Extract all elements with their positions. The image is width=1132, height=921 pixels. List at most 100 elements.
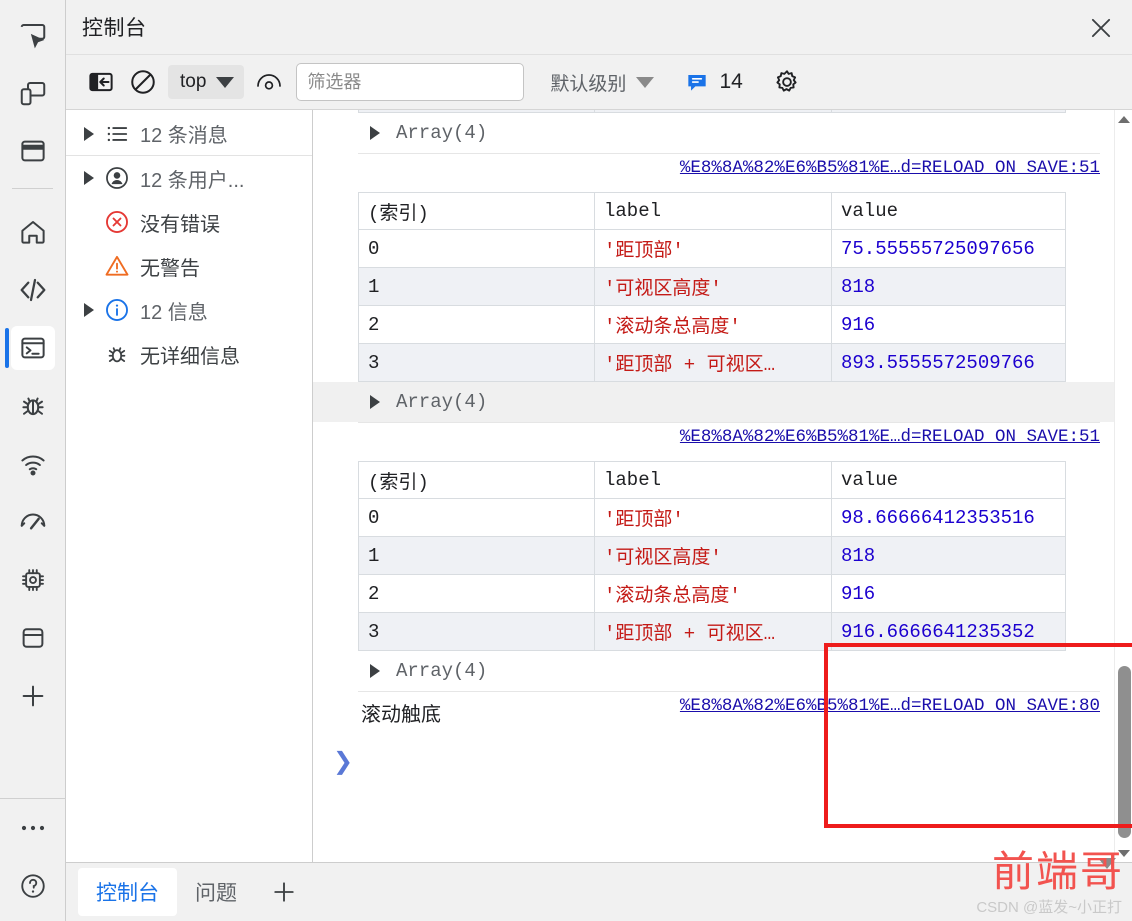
sidebar-item-application[interactable] — [0, 609, 66, 667]
sidebar-item-more-tools[interactable] — [0, 667, 66, 725]
sidebar-item-user-messages[interactable]: 12 条用户... — [66, 156, 312, 200]
table-header-value: value — [831, 461, 1066, 499]
search-input[interactable] — [296, 63, 525, 101]
array-expandable-row[interactable]: Array(4) — [313, 382, 1114, 422]
table-row: 3 '距顶部 + 可视区… 916.6666641235352 — [358, 612, 1066, 651]
sidebar-item-elements[interactable] — [0, 261, 66, 319]
browser-window-icon-button[interactable] — [0, 122, 66, 180]
sidebar-item-home[interactable] — [0, 203, 66, 261]
table-row: 0 '距顶部' 75.55555725097656 — [358, 229, 1066, 268]
application-storage-icon — [11, 616, 55, 660]
table-row: 1 '可视区高度' 818 — [358, 536, 1066, 575]
clear-console-button[interactable] — [80, 62, 122, 102]
sidebar-item-performance[interactable] — [0, 493, 66, 551]
settings-button[interactable] — [765, 62, 809, 102]
inspect-element-icon-button[interactable] — [0, 6, 66, 64]
sidebar-item-memory[interactable] — [0, 551, 66, 609]
table-cell-label: '距顶部 + 可视区… — [594, 343, 832, 382]
table-cell-label: '距顶部 + 可视区… — [594, 612, 832, 651]
device-toolbar-icon — [11, 71, 55, 115]
console-output-area[interactable]: 3 '距顶部 + 可视区… 864.2222213745117 Array(4) — [313, 110, 1132, 862]
source-location-link[interactable]: %E8%8A%82%E6%B5%81%E…d=RELOAD_ON_SAVE:51 — [680, 427, 1100, 447]
more-options-icon — [11, 806, 55, 850]
table-row: 2 '滚动条总高度' 916 — [358, 305, 1066, 344]
tab-issues[interactable]: 问题 — [177, 868, 255, 916]
source-location-link[interactable]: %E8%8A%82%E6%B5%81%E…d=RELOAD_ON_SAVE:80 — [680, 696, 1100, 716]
sidebar-item-errors[interactable]: 没有错误 — [66, 200, 312, 244]
sidebar-item-label: 12 信息 — [140, 301, 208, 324]
table-cell-index: 3 — [358, 343, 595, 382]
page-title: 控制台 — [82, 17, 147, 40]
log-level-dropdown[interactable]: 默认级别 — [538, 65, 662, 99]
sidebar-item-messages[interactable]: 12 条消息 — [66, 112, 312, 156]
table-header-label: label — [594, 192, 832, 230]
table-cell-index: 2 — [358, 305, 595, 344]
help-icon — [11, 864, 55, 908]
expand-arrow-icon[interactable] — [78, 126, 100, 141]
table-row: 3 '距顶部 + 可视区… 893.5555572509766 — [358, 343, 1066, 382]
console-toolbar: top 默认级别 14 — [66, 55, 1132, 110]
table-cell-value: 916 — [831, 305, 1066, 344]
scroll-up-button[interactable] — [1115, 110, 1132, 128]
more-options-button[interactable] — [0, 799, 66, 857]
console-prompt-row[interactable]: ❯ — [313, 734, 1114, 788]
expand-arrow-icon[interactable] — [78, 303, 100, 317]
panel-titlebar: 控制台 — [66, 0, 1132, 55]
chevron-down-icon — [1098, 858, 1116, 886]
activity-bar-top-group — [0, 0, 65, 180]
source-link-row: %E8%8A%82%E6%B5%81%E…d=RELOAD_ON_SAVE:51 — [313, 154, 1114, 192]
expand-arrow-icon[interactable] — [370, 126, 392, 140]
tabbar-overflow-caret[interactable] — [1098, 858, 1116, 887]
table-header-row: (索引) label value — [358, 192, 1066, 230]
expand-arrow-icon[interactable] — [370, 395, 392, 409]
table-cell-index: 0 — [358, 229, 595, 268]
expand-arrow-icon[interactable] — [78, 171, 100, 185]
source-location-link[interactable]: %E8%8A%82%E6%B5%81%E…d=RELOAD_ON_SAVE:51 — [680, 158, 1100, 178]
devtools-window: 控制台 top 筛选器 默认级别 14 12 条消息 12 条用户... 没有错… — [0, 0, 1132, 921]
no-entry-button[interactable] — [122, 62, 164, 102]
sidebar-item-warnings[interactable]: 无警告 — [66, 244, 312, 288]
table-cell-value: 75.55555725097656 — [831, 229, 1066, 268]
sidebar-item-verbose[interactable]: 无详细信息 — [66, 332, 312, 376]
expand-arrow-icon[interactable] — [370, 664, 392, 678]
console-message-row: 滚动触底 %E8%8A%82%E6%B5%81%E…d=RELOAD_ON_SA… — [313, 692, 1114, 734]
activity-bar-main-group — [0, 197, 65, 725]
table-row: 1 '可视区高度' 818 — [358, 267, 1066, 306]
scroll-down-button[interactable] — [1115, 844, 1132, 862]
sidebar-item-console[interactable] — [0, 319, 66, 377]
execution-context-dropdown[interactable]: top — [168, 65, 245, 99]
sidebar-item-info[interactable]: 12 信息 — [66, 288, 312, 332]
table-header-value: value — [831, 192, 1066, 230]
message-count-value: 14 — [719, 70, 743, 93]
tab-label: 控制台 — [96, 882, 159, 905]
add-tab-button[interactable] — [261, 869, 307, 915]
tab-console[interactable]: 控制台 — [78, 868, 177, 916]
table-cell-value: 893.5555572509766 — [831, 343, 1066, 382]
message-count-badge[interactable]: 14 — [684, 69, 743, 95]
sidebar-item-debugger[interactable] — [0, 377, 66, 435]
sidebar-item-network[interactable] — [0, 435, 66, 493]
live-expression-button[interactable] — [248, 62, 290, 102]
info-circle-icon — [100, 296, 134, 324]
table-cell-index: 3 — [358, 612, 595, 651]
array-expandable-row[interactable]: Array(4) — [313, 113, 1114, 153]
device-toolbar-icon-button[interactable] — [0, 64, 66, 122]
table-row: 0 '距顶部' 98.66666412353516 — [358, 498, 1066, 537]
source-link-row: %E8%8A%82%E6%B5%81%E…d=RELOAD_ON_SAVE:51 — [313, 423, 1114, 461]
help-button[interactable] — [0, 857, 66, 915]
activity-bar-divider — [12, 188, 53, 189]
table-cell-index: 1 — [358, 536, 595, 575]
console-body: 12 条消息 12 条用户... 没有错误 无警告 12 信息 无详细信息 Ar… — [66, 110, 1132, 862]
table-cell-value: 916.6666641235352 — [831, 612, 1066, 651]
vertical-scrollbar[interactable] — [1114, 110, 1132, 862]
bug-icon — [11, 384, 55, 428]
execution-context-value: top — [180, 71, 207, 92]
no-entry-icon — [131, 70, 155, 94]
scrollbar-thumb[interactable] — [1118, 666, 1131, 838]
array-expandable-row[interactable]: Array(4) — [313, 651, 1114, 691]
table-header-index: (索引) — [358, 461, 595, 499]
close-button[interactable] — [1078, 5, 1124, 51]
sidebar-item-label: 没有错误 — [140, 213, 220, 236]
home-icon — [11, 210, 55, 254]
console-message-text: 滚动触底 — [361, 704, 441, 726]
